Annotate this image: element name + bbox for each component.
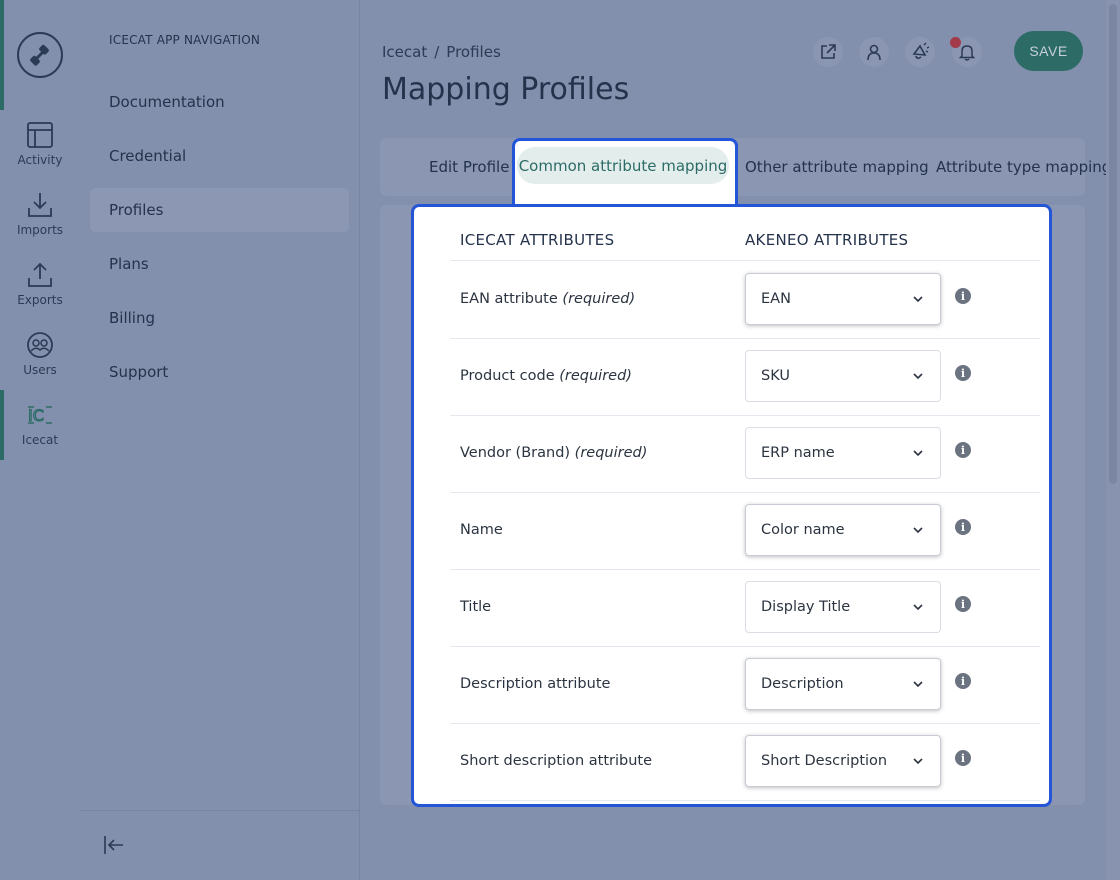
attribute-name: Description attribute [460, 676, 611, 692]
tab-other-attribute-mapping[interactable]: Other attribute mapping [745, 158, 929, 176]
activity-icon [27, 122, 53, 148]
nav-item-support[interactable]: Support [90, 350, 349, 394]
chevron-down-icon [913, 758, 923, 765]
attribute-name: Short description attribute [460, 753, 652, 769]
nav-item-credential[interactable]: Credential [90, 134, 349, 178]
user-profile-icon[interactable] [859, 37, 889, 67]
row-label: Title [460, 599, 491, 615]
row-label: EAN attribute (required) [460, 291, 635, 307]
attribute-name: Name [460, 522, 503, 538]
table-row: Name Color name i [450, 492, 1040, 570]
rail-label: Imports [16, 223, 64, 237]
app-logo-icon[interactable] [17, 32, 63, 78]
tab-common-attribute-mapping[interactable]: Common attribute mapping [517, 147, 729, 184]
attribute-name: Product code [460, 368, 555, 384]
info-icon[interactable]: i [955, 442, 971, 458]
attribute-mapping-card: ICECAT ATTRIBUTES AKENEO ATTRIBUTES EAN … [411, 204, 1052, 807]
select-value: Color name [761, 522, 845, 538]
nav-divider [80, 810, 359, 811]
table-row: Vendor (Brand) (required) ERP name i [450, 415, 1040, 493]
table-row: Description attribute Description i [450, 646, 1040, 724]
column-header-icecat: ICECAT ATTRIBUTES [460, 231, 615, 249]
rail-item-icecat[interactable]: IC Icecat [0, 401, 80, 447]
select-value: ERP name [761, 445, 835, 461]
row-label: Description attribute [460, 676, 610, 692]
required-tag: (required) [562, 291, 636, 307]
akeneo-attribute-select[interactable]: SKU [745, 350, 941, 402]
table-row: Short description attribute Short Descri… [450, 723, 1040, 801]
info-icon[interactable]: i [955, 288, 971, 304]
chevron-down-icon [913, 373, 923, 380]
akeneo-attribute-select[interactable]: Display Title [745, 581, 941, 633]
chevron-down-icon [913, 296, 923, 303]
chevron-down-icon [913, 604, 923, 611]
select-value: SKU [761, 368, 790, 384]
attribute-name: Vendor (Brand) [460, 445, 571, 461]
select-value: Display Title [761, 599, 851, 615]
info-icon[interactable]: i [955, 673, 971, 689]
row-label: Short description attribute [460, 753, 652, 769]
tab-edit-profile[interactable]: Edit Profile [429, 158, 509, 176]
column-header-akeneo: AKENEO ATTRIBUTES [745, 231, 909, 249]
required-tag: (required) [559, 368, 632, 384]
info-icon[interactable]: i [955, 596, 971, 612]
select-value: EAN [761, 291, 791, 307]
info-icon[interactable]: i [955, 519, 971, 535]
akeneo-attribute-select[interactable]: Description [745, 658, 941, 710]
akeneo-attribute-select[interactable]: Short Description [745, 735, 941, 787]
info-icon[interactable]: i [955, 365, 971, 381]
chevron-down-icon [913, 681, 923, 688]
rail-label: Icecat [21, 433, 59, 447]
select-value: Short Description [761, 753, 888, 769]
rail-item-imports[interactable]: Imports [0, 191, 80, 237]
icecat-icon: IC [27, 405, 52, 426]
attribute-name: Title [460, 599, 492, 615]
required-tag: (required) [574, 445, 648, 461]
page-title: Mapping Profiles [382, 72, 630, 107]
row-label: Name [460, 522, 503, 538]
row-label: Product code (required) [460, 368, 632, 384]
nav-item-billing[interactable]: Billing [90, 296, 349, 340]
rail-label: Users [23, 363, 57, 377]
rail-item-activity[interactable]: Activity [0, 121, 80, 167]
akeneo-attribute-select[interactable]: EAN [745, 273, 941, 325]
app-navigation: ICECAT APP NAVIGATION Documentation Cred… [80, 0, 360, 880]
announcements-icon[interactable] [905, 37, 935, 67]
nav-item-plans[interactable]: Plans [90, 242, 349, 286]
attribute-name: EAN attribute [460, 291, 558, 307]
breadcrumb-current: Profiles [446, 43, 501, 61]
import-icon [28, 193, 52, 217]
tab-attribute-type-mapping[interactable]: Attribute type mapping [936, 158, 1111, 176]
notification-badge [950, 37, 961, 48]
rail-item-exports[interactable]: Exports [0, 261, 80, 307]
select-value: Description [761, 676, 844, 692]
external-link-icon[interactable] [813, 37, 843, 67]
collapse-sidebar-icon[interactable] [103, 834, 125, 860]
chevron-down-icon [913, 450, 923, 457]
info-icon[interactable]: i [955, 750, 971, 766]
table-row: Title Display Title i [450, 569, 1040, 647]
akeneo-attribute-select[interactable]: ERP name [745, 427, 941, 479]
svg-text:IC: IC [28, 406, 44, 425]
breadcrumb-separator: / [434, 43, 440, 61]
nav-heading: ICECAT APP NAVIGATION [109, 33, 261, 47]
export-icon [28, 262, 52, 287]
akeneo-attribute-select[interactable]: Color name [745, 504, 941, 556]
chevron-down-icon [913, 527, 923, 534]
breadcrumb-parent-link[interactable]: Icecat [382, 43, 427, 61]
scrollbar-thumb[interactable] [1109, 4, 1117, 484]
nav-item-profiles[interactable]: Profiles [90, 188, 349, 232]
breadcrumb: Icecat / Profiles [382, 43, 501, 61]
table-row: Product code (required) SKU i [450, 338, 1040, 416]
users-icon [27, 332, 53, 358]
rail-item-users[interactable]: Users [0, 331, 80, 377]
icon-rail: Activity Imports Exports Users IC Icecat [0, 0, 81, 880]
rail-label: Activity [17, 153, 63, 167]
save-button[interactable]: SAVE [1014, 31, 1083, 71]
row-label: Vendor (Brand) (required) [460, 445, 647, 461]
nav-item-documentation[interactable]: Documentation [90, 80, 349, 124]
rail-accent-bar [0, 0, 4, 110]
rail-label: Exports [17, 293, 63, 307]
table-row: EAN attribute (required) EAN i [450, 261, 1040, 339]
